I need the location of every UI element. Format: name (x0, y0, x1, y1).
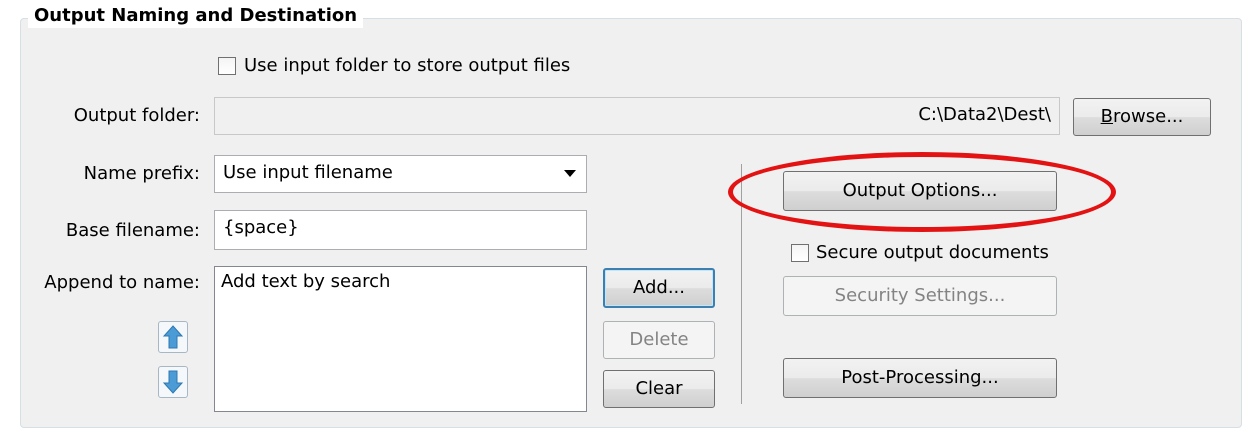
name-prefix-select[interactable]: Use input filename (214, 155, 587, 193)
output-options-label: Output Options... (842, 180, 998, 201)
clear-button[interactable]: Clear (603, 370, 715, 408)
name-prefix-label: Name prefix: (83, 163, 200, 184)
output-folder-field[interactable]: C:\Data2\Dest\ (214, 97, 1060, 135)
security-settings-button[interactable]: Security Settings... (783, 276, 1057, 316)
vertical-divider (741, 164, 742, 404)
append-to-name-label: Append to name: (44, 272, 200, 293)
security-settings-label: Security Settings... (834, 285, 1006, 306)
output-naming-panel: Output Naming and Destination Use input … (0, 0, 1248, 436)
output-options-button[interactable]: Output Options... (783, 171, 1057, 211)
use-input-folder-checkbox[interactable] (218, 57, 236, 75)
add-button-label: Add... (632, 277, 685, 298)
delete-button[interactable]: Delete (603, 321, 715, 359)
name-prefix-value: Use input filename (223, 162, 393, 183)
base-filename-label: Base filename: (65, 220, 200, 241)
post-processing-label: Post-Processing... (841, 367, 999, 388)
chevron-down-icon (564, 170, 576, 177)
arrow-up-icon (162, 325, 184, 349)
output-naming-groupbox (20, 18, 1242, 428)
move-up-button[interactable] (158, 321, 188, 353)
use-input-folder-label[interactable]: Use input folder to store output files (244, 54, 570, 78)
browse-button[interactable]: Browse... (1073, 98, 1211, 136)
list-item[interactable]: Add text by search (221, 271, 580, 292)
browse-label: rowse... (1113, 106, 1184, 127)
base-filename-value: {space} (223, 217, 299, 238)
arrow-down-icon (162, 370, 184, 394)
browse-accelerator: B (1100, 106, 1113, 127)
secure-output-checkbox[interactable] (791, 244, 809, 262)
delete-button-label: Delete (629, 329, 689, 350)
add-button[interactable]: Add... (603, 268, 715, 308)
base-filename-input[interactable]: {space} (214, 210, 587, 250)
post-processing-button[interactable]: Post-Processing... (783, 358, 1057, 398)
output-folder-label: Output folder: (73, 105, 200, 126)
output-folder-value: C:\Data2\Dest\ (918, 104, 1051, 125)
move-down-button[interactable] (158, 366, 188, 398)
append-list[interactable]: Add text by search (214, 266, 587, 412)
group-title: Output Naming and Destination (28, 4, 364, 28)
secure-output-label[interactable]: Secure output documents (816, 241, 1049, 265)
clear-button-label: Clear (635, 378, 683, 399)
